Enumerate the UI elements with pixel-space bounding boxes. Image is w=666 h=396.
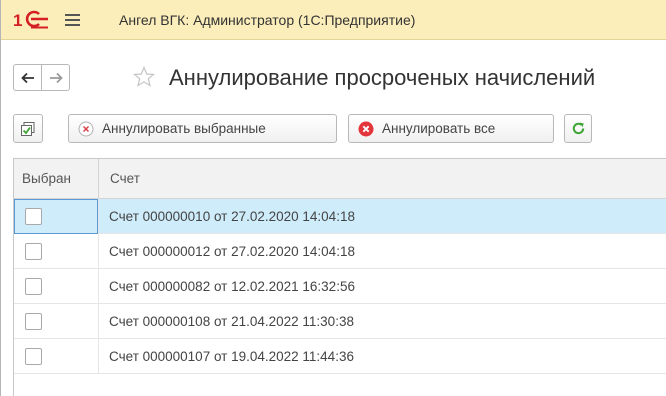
column-divider (98, 304, 99, 338)
annul-all-label: Аннулировать все (382, 121, 496, 136)
title-bar: 1 Ангел ВГК: Администратор (1С:Предприят… (1, 0, 666, 40)
table-row[interactable]: Счет 000000082 от 12.02.2021 16:32:56 (14, 269, 666, 304)
row-checkbox[interactable] (25, 313, 42, 330)
select-all-button[interactable] (13, 114, 43, 143)
account-cell: Счет 000000108 от 21.04.2022 11:30:38 (109, 314, 354, 329)
column-divider (98, 234, 99, 268)
cancel-circle-icon (78, 121, 94, 136)
account-cell: Счет 000000082 от 12.02.2021 16:32:56 (109, 279, 355, 294)
table-row[interactable]: Счет 000000108 от 21.04.2022 11:30:38 (14, 304, 666, 339)
account-cell: Счет 000000010 от 27.02.2020 14:04:18 (109, 209, 355, 224)
app-window: 1 Ангел ВГК: Администратор (1С:Предприят… (0, 0, 666, 396)
arrow-left-icon (20, 72, 34, 83)
refresh-icon (572, 122, 584, 135)
row-checkbox[interactable] (25, 243, 42, 260)
account-cell: Счет 000000012 от 27.02.2020 14:04:18 (109, 244, 355, 259)
delete-circle-icon (358, 121, 374, 136)
annul-selected-button[interactable]: Аннулировать выбранные (68, 114, 337, 143)
accounts-table: Выбран Счет Счет 000000010 от 27.02.2020… (13, 158, 666, 396)
column-header-account[interactable]: Счет (110, 171, 140, 186)
annul-all-button[interactable]: Аннулировать все (348, 114, 554, 143)
account-cell: Счет 000000107 от 19.04.2022 11:44:36 (109, 349, 354, 364)
svg-text:1: 1 (13, 11, 22, 30)
forward-button[interactable] (41, 64, 70, 91)
table-header: Выбран Счет (14, 159, 666, 199)
window-title: Ангел ВГК: Администратор (1С:Предприятие… (119, 12, 416, 28)
column-divider (98, 159, 99, 199)
table-row[interactable]: Счет 000000010 от 27.02.2020 14:04:18 (14, 199, 666, 234)
row-checkbox[interactable] (25, 348, 42, 365)
arrow-right-icon (49, 72, 63, 83)
hamburger-menu-icon[interactable] (63, 12, 83, 28)
page-title: Аннулирование просроченых начислений (169, 65, 596, 90)
row-checkbox[interactable] (25, 208, 42, 225)
star-outline-icon[interactable] (133, 66, 155, 88)
column-divider (98, 269, 99, 303)
column-divider (98, 339, 99, 373)
refresh-button[interactable] (564, 114, 592, 143)
back-button[interactable] (13, 64, 42, 91)
row-checkbox[interactable] (25, 278, 42, 295)
annul-selected-label: Аннулировать выбранные (102, 121, 266, 136)
column-divider (98, 199, 99, 233)
checklist-icon (21, 121, 35, 136)
table-row[interactable]: Счет 000000012 от 27.02.2020 14:04:18 (14, 234, 666, 269)
table-row[interactable]: Счет 000000107 от 19.04.2022 11:44:36 (14, 339, 666, 374)
column-header-selected[interactable]: Выбран (22, 171, 71, 186)
1c-logo-icon[interactable]: 1 (13, 10, 49, 30)
